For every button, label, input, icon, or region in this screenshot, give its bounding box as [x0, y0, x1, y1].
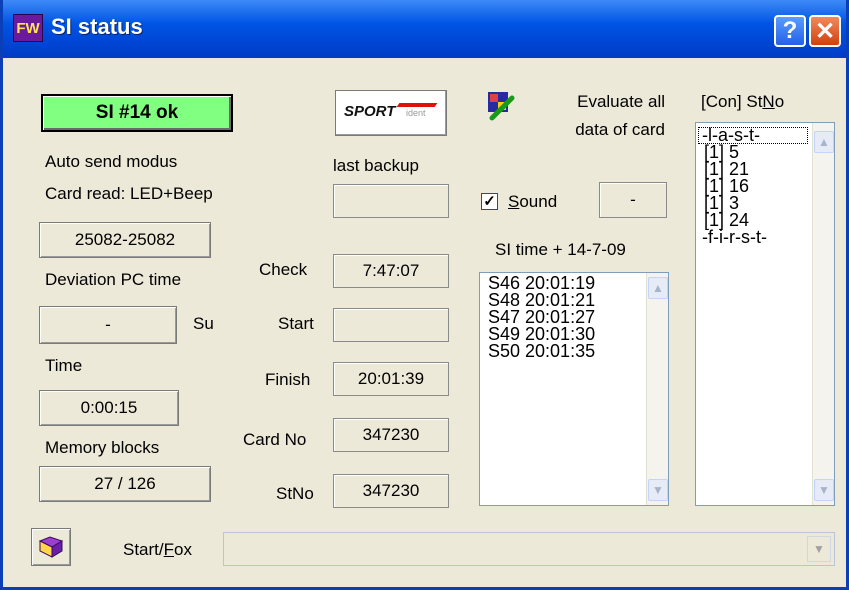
book-icon	[38, 536, 64, 558]
si-status-window: FW SI status ? ✕ SI #14 ok Auto send mod…	[0, 0, 849, 590]
start-fox-label: Start/Fox	[123, 540, 192, 560]
si-time-list[interactable]: S46 20:01:19 S48 20:01:21 S47 20:01:27 S…	[479, 272, 669, 506]
con-scrollbar[interactable]: ▲ ▼	[812, 123, 834, 505]
scroll-down-icon[interactable]: ▼	[814, 479, 834, 501]
deviation-button[interactable]: -	[39, 306, 177, 344]
memory-blocks-label: Memory blocks	[45, 438, 160, 457]
con-stno-header: [Con] StNo	[701, 92, 784, 112]
con-stno-list[interactable]: -l-a-s-t- [1] 5 [1] 21 [1] 16 [1] 3 [1] …	[695, 122, 835, 506]
window-title: SI status	[51, 14, 143, 39]
start-fox-pre: Start/	[123, 540, 164, 559]
sportident-logo-button[interactable]: SPORT ident	[335, 90, 447, 136]
card-read-label: Card read: LED+Beep	[45, 184, 213, 203]
stno-label: StNo	[276, 484, 314, 503]
card-no-label: Card No	[243, 430, 307, 449]
start-fox-combo[interactable]: ▼	[223, 532, 835, 566]
con-header-accel: N	[762, 92, 775, 111]
last-backup-field	[333, 184, 449, 218]
scroll-down-icon[interactable]: ▼	[648, 479, 668, 501]
finish-label: Finish	[265, 370, 311, 389]
time-label: Time	[45, 356, 83, 375]
sound-label-post: ound	[519, 192, 558, 211]
help-button[interactable]: ?	[774, 15, 806, 47]
check-label: Check	[259, 260, 308, 279]
title-bar[interactable]: FW SI status ? ✕	[3, 0, 846, 58]
si-status-button[interactable]: SI #14 ok	[41, 94, 233, 132]
scroll-up-icon[interactable]: ▲	[648, 277, 668, 299]
start-fox-accel: F	[163, 540, 175, 559]
evaluate-line2: data of card	[575, 120, 665, 139]
sport-logo-text: SPORT	[344, 103, 396, 120]
logo-stripe-icon	[396, 103, 438, 107]
si-time-scrollbar[interactable]: ▲ ▼	[646, 273, 668, 505]
sound-checkbox[interactable]: ✓	[481, 193, 498, 210]
sound-value-field: -	[599, 182, 667, 218]
con-header-post: o	[774, 92, 785, 111]
chevron-down-icon[interactable]: ▼	[807, 536, 831, 562]
con-header-pre: [Con] St	[701, 92, 763, 111]
book-icon-button[interactable]	[31, 528, 71, 566]
start-label: Start	[278, 314, 314, 333]
sound-label-accel: S	[508, 192, 520, 211]
deviation-unit-label: Su	[193, 314, 214, 333]
card-no-field: 347230	[333, 418, 449, 452]
si-time-header: SI time + 14-7-09	[495, 240, 626, 259]
start-field	[333, 308, 449, 342]
ident-logo-text: ident	[406, 108, 426, 118]
list-item[interactable]: S50 20:01:35	[480, 342, 668, 360]
finish-field: 20:01:39	[333, 362, 449, 396]
time-button[interactable]: 0:00:15	[39, 390, 179, 426]
auto-send-label: Auto send modus	[45, 152, 178, 171]
scroll-up-icon[interactable]: ▲	[814, 131, 834, 153]
memory-blocks-button[interactable]: 27 / 126	[39, 466, 211, 502]
deviation-label: Deviation PC time	[45, 270, 182, 289]
check-field: 7:47:07	[333, 254, 449, 288]
sound-label[interactable]: Sound	[508, 192, 557, 212]
evaluate-card-icon[interactable]	[486, 90, 518, 122]
close-button[interactable]: ✕	[809, 15, 841, 47]
evaluate-line1: Evaluate all	[577, 92, 665, 111]
last-backup-label: last backup	[333, 156, 419, 175]
start-fox-post: ox	[174, 540, 192, 559]
app-icon: FW	[13, 14, 43, 42]
stno-field: 347230	[333, 474, 449, 508]
si-time-rows: S46 20:01:19 S48 20:01:21 S47 20:01:27 S…	[480, 273, 668, 360]
range-button[interactable]: 25082-25082	[39, 222, 211, 258]
